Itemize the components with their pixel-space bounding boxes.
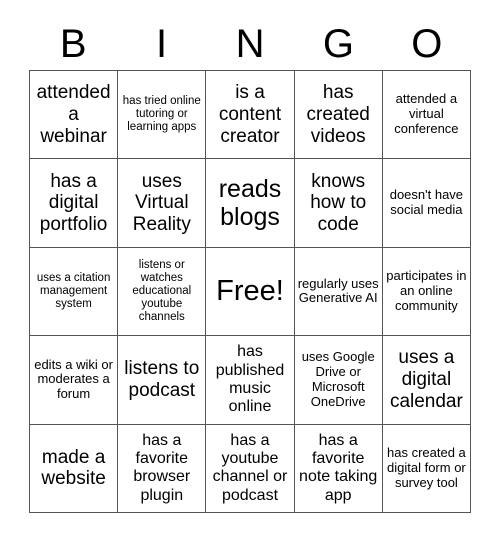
bingo-cell-label: has tried online tutoring or learning ap… (122, 95, 201, 134)
bingo-cell-label: has created a digital form or survey too… (387, 445, 466, 490)
bingo-cell-label: has created videos (306, 82, 370, 147)
bingo-cell[interactable]: has a youtube channel or podcast (206, 424, 295, 513)
bingo-cell-label: edits a wiki or moderates a forum (34, 356, 113, 402)
bingo-header-letter-g: G (322, 22, 354, 66)
bingo-cell[interactable]: attended a virtual conference (382, 71, 471, 160)
bingo-cell[interactable]: attended a webinar (30, 71, 119, 160)
bingo-grid: attended a webinar has tried online tutor… (29, 70, 471, 513)
bingo-cell-label: uses a citation management system (36, 271, 111, 311)
bingo-cell[interactable]: is a content creator (206, 71, 295, 160)
bingo-cell-label: has a digital portfolio (39, 170, 108, 235)
bingo-cell[interactable]: has a favorite note taking app (294, 424, 383, 513)
bingo-cell-label: attended a webinar (36, 82, 111, 147)
bingo-cell-label: listens to podcast (124, 358, 200, 401)
bingo-cell[interactable]: has a favorite browser plugin (118, 424, 207, 513)
bingo-cell[interactable]: uses Virtual Reality (118, 159, 207, 248)
bingo-cell[interactable]: has a digital portfolio (30, 159, 119, 248)
bingo-cell-label: has a favorite note taking app (299, 431, 378, 504)
bingo-cell-label: has published music online (215, 343, 285, 416)
bingo-cell[interactable]: has tried online tutoring or learning ap… (118, 71, 207, 160)
bingo-card: B I N G O attended a webinar has tried on… (0, 0, 500, 544)
bingo-cell[interactable]: knows how to code (294, 159, 383, 248)
bingo-cell[interactable]: made a website (30, 424, 119, 513)
bingo-cell-label: Free! (216, 274, 284, 307)
bingo-cell[interactable]: has published music online (206, 336, 295, 425)
bingo-free-cell[interactable]: Free! (206, 247, 295, 337)
bingo-cell-label: attended a virtual conference (394, 91, 459, 137)
bingo-header-letter-n: N (235, 22, 265, 66)
bingo-cell-label: uses Virtual Reality (132, 170, 191, 235)
bingo-cell[interactable]: listens or watches educational youtube c… (118, 247, 207, 337)
bingo-cell[interactable]: doesn't have social media (382, 159, 471, 248)
bingo-cell-label: is a content creator (218, 82, 282, 147)
bingo-header-letter-o: O (411, 22, 443, 66)
bingo-cell[interactable]: reads blogs (206, 159, 295, 248)
bingo-cell-label: knows how to code (310, 170, 367, 235)
bingo-cell[interactable]: edits a wiki or moderates a forum (30, 336, 119, 425)
bingo-cell[interactable]: regularly uses Generative AI (294, 247, 383, 337)
bingo-header-letter-i: I (156, 22, 168, 66)
bingo-cell[interactable]: uses a digital calendar (382, 336, 471, 425)
bingo-cell-label: listens or watches educational youtube c… (132, 258, 192, 324)
bingo-cell-label: uses a digital calendar (389, 347, 463, 412)
bingo-cell-label: has a youtube channel or podcast (212, 431, 288, 504)
bingo-cell-label: reads blogs (218, 174, 282, 232)
bingo-cell-label: regularly uses Generative AI (297, 275, 379, 306)
bingo-cell-label: made a website (41, 446, 106, 490)
bingo-cell[interactable]: has created videos (294, 71, 383, 160)
bingo-cell[interactable]: uses a citation management system (30, 247, 119, 337)
bingo-cell-label: uses Google Drive or Microsoft OneDrive (301, 349, 375, 409)
bingo-cell-label: doesn't have social media (389, 187, 464, 218)
bingo-header-row: B I N G O (29, 18, 471, 70)
bingo-cell-label: participates in an online community (386, 268, 467, 313)
bingo-cell[interactable]: has created a digital form or survey too… (382, 424, 471, 513)
bingo-cell[interactable]: participates in an online community (382, 247, 471, 337)
bingo-cell[interactable]: listens to podcast (118, 336, 207, 425)
bingo-cell-label: has a favorite browser plugin (133, 431, 191, 504)
bingo-header-letter-b: B (59, 22, 87, 66)
bingo-cell[interactable]: uses Google Drive or Microsoft OneDrive (294, 336, 383, 425)
